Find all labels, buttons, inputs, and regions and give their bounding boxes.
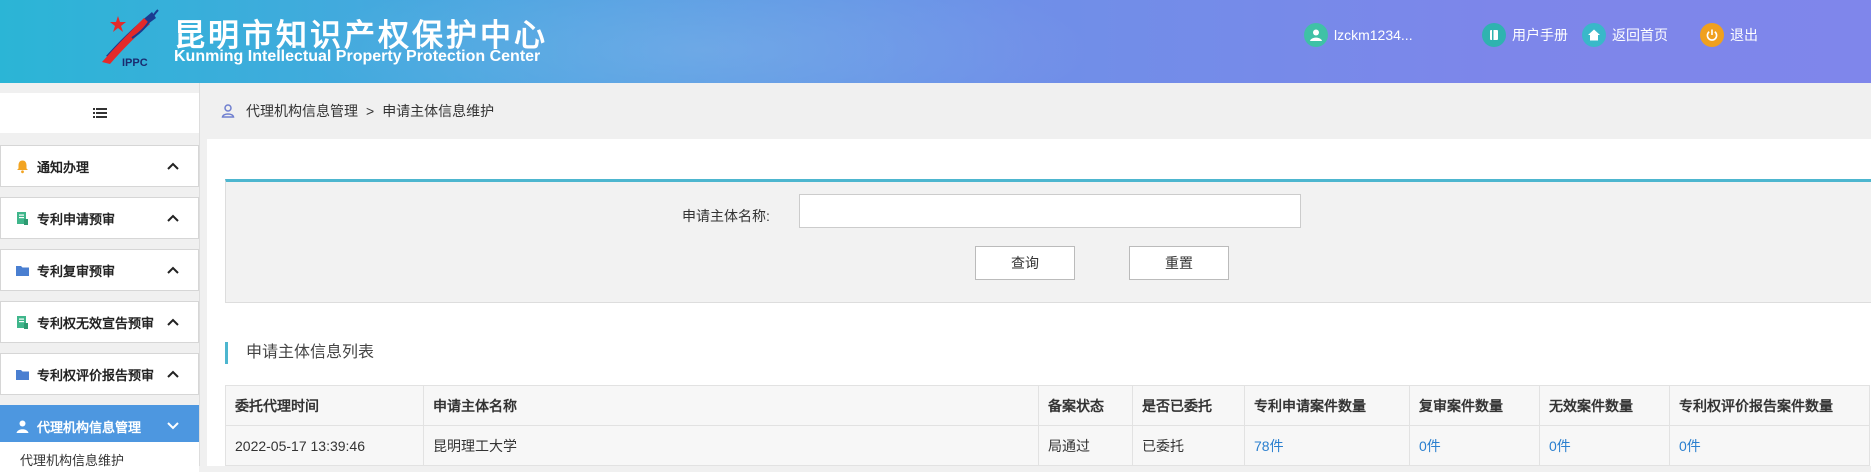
chevron-up-icon [167, 318, 179, 326]
document-icon [15, 314, 31, 330]
column-header: 是否已委托 [1132, 385, 1245, 426]
username-label: lzckm1234... [1334, 27, 1413, 43]
column-header: 无效案件数量 [1539, 385, 1670, 426]
sidebar-item-label: 代理机构信息管理 [37, 419, 142, 435]
table-header-row: 委托代理时间 申请主体名称 备案状态 是否已委托 专利申请案件数量 复审案件数量… [225, 385, 1870, 426]
cell-reexam-count[interactable]: 0件 [1409, 425, 1540, 466]
book-icon [1482, 23, 1506, 47]
table-row: 2022-05-17 13:39:46 昆明理工大学 局通过 已委托 78件 0… [225, 425, 1870, 466]
sidebar-item-patent-application[interactable]: 专利申请预审 [0, 197, 199, 239]
sidebar-item-label: 专利权评价报告预审 [37, 367, 155, 383]
logout-link[interactable]: 退出 [1700, 22, 1758, 48]
column-header: 申请主体名称 [423, 385, 1039, 426]
location-user-icon [221, 104, 235, 118]
document-icon [15, 210, 31, 226]
reset-button[interactable]: 重置 [1129, 246, 1229, 280]
cell-filing-status: 局通过 [1038, 425, 1133, 466]
breadcrumb-parent[interactable]: 代理机构信息管理 [246, 101, 358, 121]
sidebar-item-label: 专利申请预审 [37, 211, 116, 227]
column-header: 委托代理时间 [225, 385, 424, 426]
cell-invalidation-count[interactable]: 0件 [1539, 425, 1670, 466]
sidebar-item-notice[interactable]: 通知办理 [0, 145, 199, 187]
sidebar-item-patent-reexam[interactable]: 专利复审预审 [0, 249, 199, 291]
cell-applicant-name: 昆明理工大学 [423, 425, 1039, 466]
app-header: IPPC 昆明市知识产权保护中心 Kunming Intellectual Pr… [0, 0, 1871, 83]
list-title: 申请主体信息列表 [225, 342, 374, 364]
submenu-agency-info-maintenance[interactable]: 代理机构信息维护 [0, 442, 199, 472]
sidebar-item-agency-info[interactable]: 代理机构信息管理 [0, 405, 199, 447]
breadcrumb-current: 申请主体信息维护 [382, 103, 495, 119]
sidebar-item-label: 通知办理 [37, 159, 90, 175]
chevron-up-icon [167, 214, 179, 222]
sidebar-item-label: 专利权无效宣告预审 [37, 315, 155, 331]
logout-label: 退出 [1730, 27, 1758, 43]
user-icon [1304, 23, 1328, 47]
power-icon [1700, 23, 1724, 47]
breadcrumb-separator: > [366, 103, 375, 119]
chevron-down-icon [167, 422, 179, 430]
column-header: 复审案件数量 [1409, 385, 1540, 426]
user-manual-label: 用户手册 [1512, 27, 1568, 43]
cell-delegation-time: 2022-05-17 13:39:46 [225, 425, 424, 466]
folder-icon [15, 366, 31, 382]
query-button[interactable]: 查询 [975, 246, 1075, 280]
column-header: 专利申请案件数量 [1244, 385, 1410, 426]
chevron-up-icon [167, 162, 179, 170]
column-header: 专利权评价报告案件数量 [1669, 385, 1870, 426]
ippc-logo: IPPC [102, 9, 159, 69]
return-home-link[interactable]: 返回首页 [1582, 22, 1668, 48]
sidebar-item-label: 专利复审预审 [37, 263, 116, 279]
chevron-up-icon [167, 266, 179, 274]
home-icon [1582, 23, 1606, 47]
sidebar: 通知办理 专利申请预审 专利复审预审 专利权无效宣告预审 专利权评价报告预审 代… [0, 83, 200, 472]
applicant-name-input[interactable] [799, 194, 1301, 228]
sidebar-item-evaluation-report[interactable]: 专利权评价报告预审 [0, 353, 199, 395]
main-content: 申请主体名称: 查询 重置 申请主体信息列表 委托代理时间 申请主体名称 备案状… [207, 139, 1871, 466]
user-manual-link[interactable]: 用户手册 [1482, 22, 1568, 48]
sidebar-toggle[interactable] [0, 93, 199, 133]
sidebar-item-invalidation[interactable]: 专利权无效宣告预审 [0, 301, 199, 343]
logo-text: IPPC [122, 57, 148, 69]
cell-evaluation-report-count[interactable]: 0件 [1669, 425, 1870, 466]
cell-patent-application-count[interactable]: 78件 [1244, 425, 1410, 466]
chevron-up-icon [167, 370, 179, 378]
search-panel: 申请主体名称: 查询 重置 [225, 179, 1871, 303]
folder-icon [15, 262, 31, 278]
cell-delegated: 已委托 [1132, 425, 1245, 466]
applicant-table: 委托代理时间 申请主体名称 备案状态 是否已委托 专利申请案件数量 复审案件数量… [225, 385, 1870, 466]
applicant-name-label: 申请主体名称: [682, 208, 770, 224]
user-icon [15, 418, 31, 434]
bell-icon [15, 158, 31, 174]
list-icon [92, 108, 107, 118]
breadcrumb: 代理机构信息管理 > 申请主体信息维护 [200, 83, 1871, 139]
return-home-label: 返回首页 [1612, 27, 1668, 43]
column-header: 备案状态 [1038, 385, 1133, 426]
site-title-en: Kunming Intellectual Property Protection… [174, 48, 541, 65]
user-account[interactable]: lzckm1234... [1304, 22, 1413, 48]
